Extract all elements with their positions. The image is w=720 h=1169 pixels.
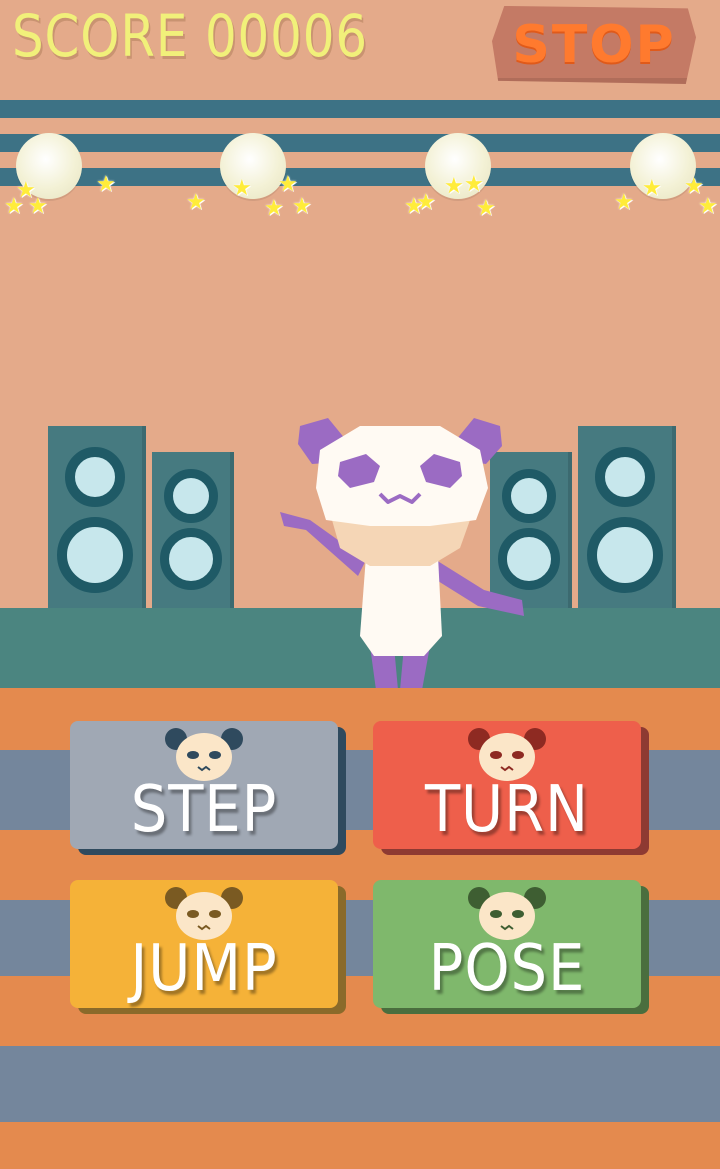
star-icon: ★ (96, 172, 116, 197)
panda-dancer (280, 418, 524, 690)
step-label: STEP (130, 773, 278, 847)
speaker-icon (578, 426, 672, 610)
star-icon: ★ (642, 176, 662, 201)
star-icon: ★ (444, 174, 464, 199)
pose-button[interactable]: POSE (373, 880, 641, 1008)
stop-label: STOP (512, 15, 676, 75)
turn-label: TURN (424, 773, 590, 847)
pose-label: POSE (428, 932, 586, 1006)
stop-button[interactable]: STOP (492, 6, 696, 84)
jump-label: JUMP (130, 932, 278, 1006)
score-display: SCORE 00006 (12, 2, 368, 70)
wall-stripe (0, 134, 720, 152)
star-icon: ★ (292, 194, 312, 219)
floor-stripe (0, 1046, 720, 1122)
speaker-cone (160, 528, 222, 590)
score-label: SCORE (12, 2, 189, 70)
score-value: 00006 (204, 2, 368, 70)
star-icon: ★ (614, 190, 634, 215)
speaker-cone (65, 447, 125, 507)
speaker-cone (587, 517, 663, 593)
star-icon: ★ (28, 194, 48, 219)
star-icon: ★ (476, 196, 496, 221)
star-icon: ★ (232, 176, 252, 201)
star-icon: ★ (186, 190, 206, 215)
speaker-cone (57, 517, 133, 593)
star-icon: ★ (416, 190, 436, 215)
jump-button[interactable]: JUMP (70, 880, 338, 1008)
star-icon: ★ (464, 172, 484, 197)
wall-stripe (0, 100, 720, 118)
game-stage: ★ ★ ★ ★ ★ ★ ★ ★ ★ ★ ★ ★ ★ ★ ★ ★ ★ ★ SCOR… (0, 0, 720, 1169)
star-icon: ★ (264, 196, 284, 221)
star-icon: ★ (278, 172, 298, 197)
turn-button[interactable]: TURN (373, 721, 641, 849)
speaker-icon (152, 452, 230, 610)
star-icon: ★ (698, 194, 718, 219)
speaker-cone (595, 447, 655, 507)
speaker-cone (164, 469, 218, 523)
step-button[interactable]: STEP (70, 721, 338, 849)
speaker-icon (48, 426, 142, 610)
